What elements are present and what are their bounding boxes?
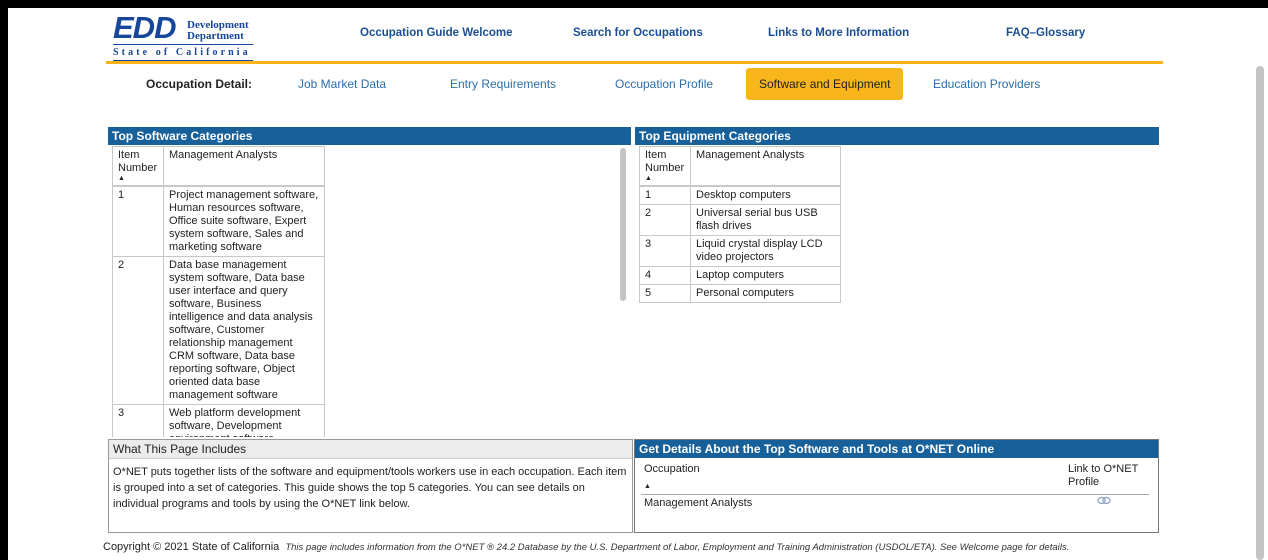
- nav-links-to-more-information[interactable]: Links to More Information: [768, 27, 909, 39]
- table-row: 2 Data base management system software, …: [112, 256, 325, 405]
- header-divider: [106, 61, 1163, 64]
- equipment-section-header: Top Equipment Categories: [635, 127, 1159, 145]
- software-row-2-text: Data base management system software, Da…: [163, 256, 325, 405]
- software-row-3-text: Web platform development software, Devel…: [163, 404, 325, 437]
- equipment-col-item-number[interactable]: Item Number ▲: [639, 146, 691, 187]
- onet-section-header: Get Details About the Top Software and T…: [635, 440, 1158, 458]
- table-row: 3 Web platform development software, Dev…: [112, 404, 325, 437]
- edd-logo[interactable]: EDD Development Department State of Cali…: [111, 12, 261, 64]
- occupation-detail-label: Occupation Detail:: [146, 77, 253, 91]
- equipment-row-2-text: Universal serial bus USB flash drives: [690, 204, 841, 236]
- footer-note: This page includes information from the …: [285, 542, 1070, 553]
- footer-copyright: Copyright © 2021 State of California: [103, 541, 280, 553]
- logo-edd-text: EDD: [113, 10, 176, 45]
- link-icon[interactable]: [1097, 496, 1111, 508]
- sort-up-icon: ▲: [644, 483, 651, 490]
- sort-up-icon: ▲: [118, 175, 125, 182]
- software-row-1-number: 1: [112, 185, 164, 257]
- onet-details-box: Get Details About the Top Software and T…: [634, 439, 1159, 533]
- software-scrollbar[interactable]: [620, 148, 626, 301]
- nav-search-for-occupations[interactable]: Search for Occupations: [573, 27, 703, 39]
- equipment-row-3-number: 3: [639, 235, 691, 267]
- logo-state-text: State of California: [113, 47, 251, 58]
- software-row-3-number: 3: [112, 404, 164, 437]
- software-scroll-area[interactable]: Item Number ▲ Management Analysts 1 Proje…: [108, 146, 628, 437]
- table-row: 2 Universal serial bus USB flash drives: [639, 204, 841, 236]
- table-row: 1 Project management software, Human res…: [112, 185, 325, 257]
- tab-entry-requirements[interactable]: Entry Requirements: [450, 68, 556, 100]
- equipment-row-1-text: Desktop computers: [690, 185, 841, 205]
- onet-col-link[interactable]: Link to O*NET Profile: [1068, 463, 1148, 489]
- what-this-page-includes-text: O*NET puts together lists of the softwar…: [113, 466, 627, 510]
- footer: Copyright © 2021 State of California Thi…: [103, 541, 1069, 553]
- logo-rule: [113, 44, 253, 45]
- tab-job-market-data[interactable]: Job Market Data: [298, 68, 386, 100]
- equipment-row-4-text: Laptop computers: [690, 266, 841, 285]
- what-this-page-includes-box: What This Page Includes O*NET puts toget…: [108, 439, 633, 533]
- page-scrollbar[interactable]: [1256, 66, 1264, 560]
- tab-occupation-profile[interactable]: Occupation Profile: [615, 68, 713, 100]
- tab-education-providers[interactable]: Education Providers: [933, 68, 1040, 100]
- equipment-col-occupation[interactable]: Management Analysts: [690, 146, 841, 187]
- table-row: 3 Liquid crystal display LCD video projec…: [639, 235, 841, 267]
- equipment-row-5-number: 5: [639, 284, 691, 303]
- equipment-row-4-number: 4: [639, 266, 691, 285]
- equipment-row-3-text: Liquid crystal display LCD video project…: [690, 235, 841, 267]
- equipment-table: Item Number ▲ Management Analysts 1 Deskto…: [639, 146, 841, 303]
- what-this-page-includes-title: What This Page Includes: [109, 440, 632, 459]
- software-row-2-number: 2: [112, 256, 164, 405]
- page: EDD Development Department State of Cali…: [8, 8, 1268, 560]
- sort-up-icon: ▲: [645, 175, 652, 182]
- software-col-item-number[interactable]: Item Number ▲: [112, 146, 164, 187]
- tab-software-and-equipment[interactable]: Software and Equipment: [746, 68, 904, 100]
- equipment-row-5-text: Personal computers: [690, 284, 841, 303]
- software-col-occupation[interactable]: Management Analysts: [163, 146, 325, 187]
- table-row: 1 Desktop computers: [639, 185, 841, 205]
- logo-department-text: Department: [187, 30, 244, 42]
- onet-occupation-value: Management Analysts: [644, 497, 753, 509]
- onet-col-occupation[interactable]: Occupation: [644, 463, 700, 475]
- equipment-row-1-number: 1: [639, 185, 691, 205]
- software-row-1-text: Project management software, Human resou…: [163, 185, 325, 257]
- software-section-header: Top Software Categories: [108, 127, 631, 145]
- software-table: Item Number ▲ Management Analysts 1 Proje…: [112, 146, 325, 437]
- onet-table-divider: [641, 494, 1149, 495]
- nav-faq-glossary[interactable]: FAQ–Glossary: [1006, 27, 1085, 39]
- nav-occupation-guide-welcome[interactable]: Occupation Guide Welcome: [360, 27, 513, 39]
- table-row: 5 Personal computers: [639, 284, 841, 303]
- equipment-row-2-number: 2: [639, 204, 691, 236]
- table-row: 4 Laptop computers: [639, 266, 841, 285]
